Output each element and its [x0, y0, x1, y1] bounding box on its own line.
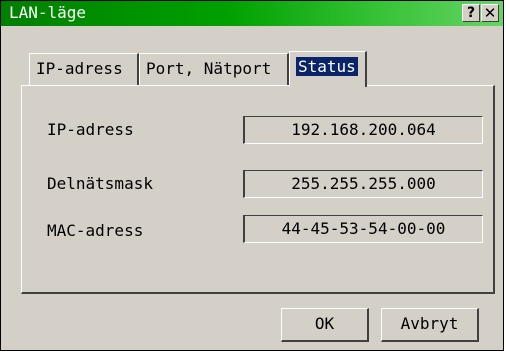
cancel-label: Avbryt [400, 314, 459, 333]
ip-address-label: IP-adress [47, 120, 134, 139]
mac-address-label: MAC-adress [47, 221, 144, 240]
mac-address-value: 44-45-53-54-00-00 [243, 215, 483, 243]
lan-mode-dialog: LAN-läge ? ✕ IP-adress Port, Nätport IP-… [0, 0, 504, 351]
status-panel: IP-adress 192.168.200.064 Delnätsmask 25… [21, 85, 495, 294]
subnet-mask-value: 255.255.255.000 [243, 170, 483, 198]
help-button[interactable]: ? [462, 4, 480, 22]
tab-label: IP-adress [36, 59, 123, 78]
close-icon: ✕ [483, 4, 497, 22]
help-icon: ? [466, 5, 476, 21]
subnet-mask-label: Delnätsmask [47, 174, 153, 193]
cancel-button[interactable]: Avbryt [381, 308, 479, 342]
ip-address-value: 192.168.200.064 [243, 116, 483, 144]
title-bar[interactable]: LAN-läge ? ✕ [1, 1, 503, 26]
ok-label: OK [314, 314, 335, 333]
ok-button[interactable]: OK [281, 308, 369, 342]
tab-status[interactable]: Status [289, 51, 367, 87]
close-button[interactable]: ✕ [481, 4, 499, 22]
window-title: LAN-läge [9, 3, 87, 22]
tab-ip-address[interactable]: IP-adress [29, 53, 139, 85]
tab-label: Port, Nätport [146, 59, 272, 78]
tab-port[interactable]: Port, Nätport [139, 53, 289, 85]
tab-label: Status [296, 57, 358, 76]
